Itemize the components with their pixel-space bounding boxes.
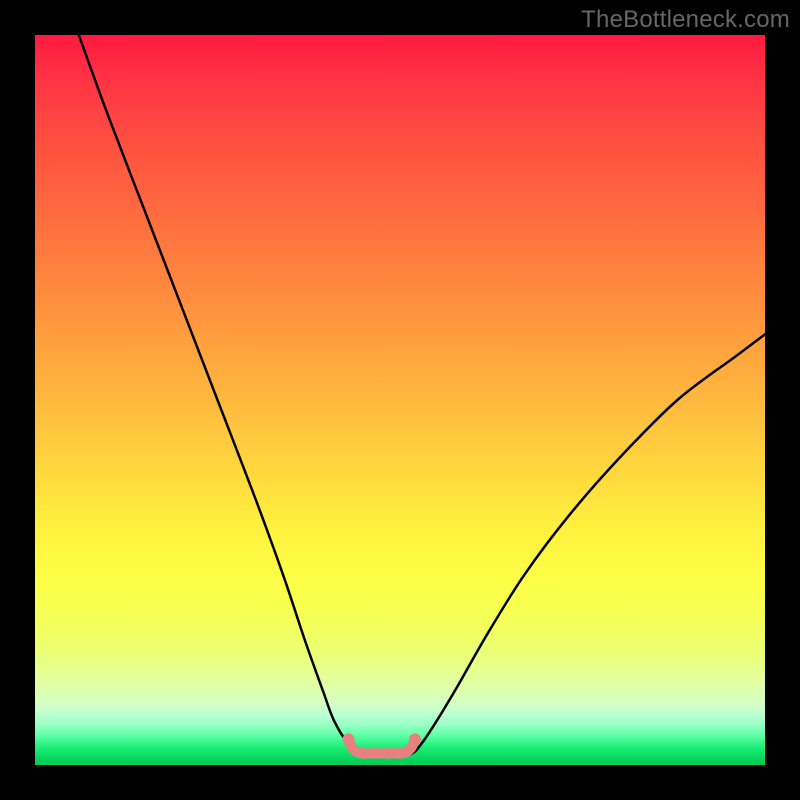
- chart-svg: [35, 35, 765, 765]
- watermark-text: TheBottleneck.com: [581, 6, 790, 34]
- bottleneck-curve-line: [79, 35, 765, 756]
- plateau-marker: [343, 733, 421, 759]
- chart-area: [35, 35, 765, 765]
